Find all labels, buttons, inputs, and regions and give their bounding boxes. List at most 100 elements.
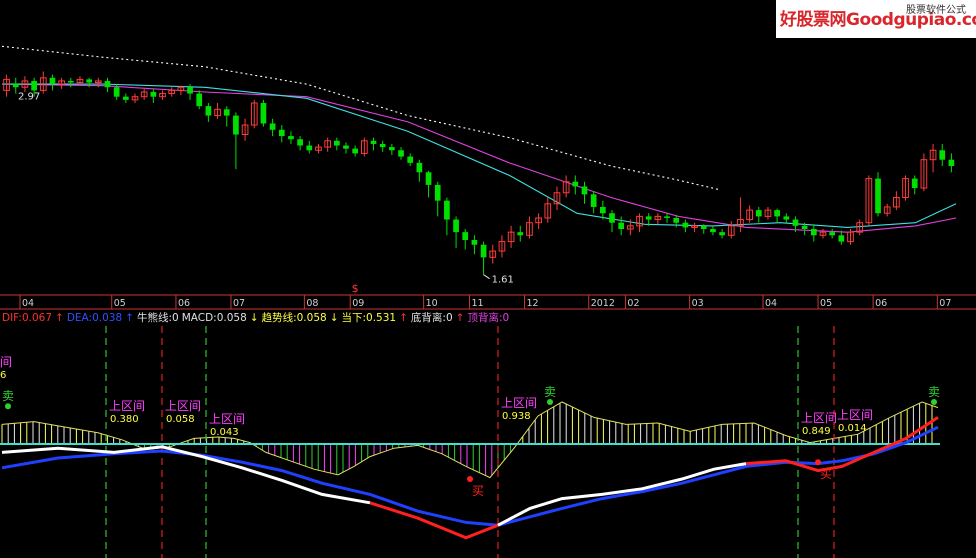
candle-body-down [453, 219, 459, 233]
macd-legend-item: 牛熊线:0 [137, 311, 179, 324]
zone-label-title: 上区间 [165, 399, 201, 413]
candle-body-down [122, 96, 129, 100]
candle-body-down [150, 91, 157, 97]
macd-legend-item: 趋势线:0.058 [262, 311, 327, 324]
zone-label-title-edge: 间 [0, 355, 12, 369]
macd-legend-item: 底背离:0 [411, 311, 453, 324]
candle-body-down [297, 139, 303, 146]
macd-legend-item: ↑ [456, 312, 465, 324]
price-low-leader [483, 274, 490, 280]
time-tick-label: 12 [527, 298, 539, 309]
candle-body-down [700, 225, 707, 229]
candle-body-down [31, 80, 37, 91]
sell-signal-label: 卖 [544, 385, 556, 399]
candle-body-down [398, 150, 404, 157]
moving-average-ma_mid [1, 83, 957, 233]
candle-body-down [471, 240, 478, 245]
candle-body-down [343, 145, 349, 149]
candle-body-down [434, 184, 441, 201]
zone-label-title: 上区间 [109, 399, 145, 413]
zone-label-value: 0.058 [166, 414, 195, 425]
candle-body-down [599, 206, 606, 214]
candle-body-down [682, 222, 689, 228]
time-tick-label: 09 [352, 298, 364, 309]
candle-body-down [444, 200, 450, 220]
candle-body-down [939, 150, 946, 160]
candle-body-down [86, 79, 92, 83]
buy-signal-label: 买 [472, 484, 484, 498]
macd-legend-item: DIF:0.067 [2, 312, 52, 324]
candle-body-down [407, 156, 414, 163]
time-tick-label: 07 [939, 298, 951, 309]
candle-body-down [416, 162, 423, 173]
zone-label-value: 0.014 [838, 423, 867, 434]
candle-body-down [12, 84, 19, 88]
candle-body-down [113, 87, 120, 97]
macd-legend-item: ↑ [125, 312, 134, 324]
candle-body-down [49, 77, 56, 85]
candle-body-down [590, 194, 597, 207]
sell-signal-dot [547, 399, 553, 405]
candle-body-down [710, 229, 716, 233]
candle-body-down [618, 222, 625, 229]
candle-body-down [783, 216, 790, 220]
time-tick-label: 05 [114, 298, 126, 309]
candle-body-down [233, 115, 239, 135]
candle-body-down [205, 106, 212, 116]
time-tick-label: 04 [22, 298, 34, 309]
candle-body-down [572, 181, 579, 187]
stock-chart-canvas: 2.97 1.61 $04 05 06 07 08 09 10 11 12 2012 02 03 04 05 0… [0, 45, 976, 558]
sell-signal-label: 卖 [2, 389, 14, 403]
time-tick-label: 06 [178, 298, 190, 309]
zone-label-title: 上区间 [501, 396, 537, 410]
sell-signal-label: 卖 [928, 385, 940, 399]
candle-body-down [223, 109, 230, 116]
candle-body-down [370, 140, 377, 144]
buy-signal-label: 买 [820, 467, 832, 481]
time-tick-label: 10 [426, 298, 438, 309]
candle-body-down [333, 140, 340, 146]
candle-body-down [645, 216, 652, 220]
time-tick-label: 2012 [591, 298, 615, 309]
candle-body-down [306, 145, 313, 151]
candle-body-down [581, 186, 588, 195]
candle-body-down [838, 235, 845, 242]
candle-body-down [104, 80, 111, 88]
candle-body-down [269, 123, 276, 130]
zone-label-value: 0.849 [802, 426, 831, 437]
buy-signal-dot [467, 476, 473, 482]
candle-body-down [911, 178, 918, 189]
time-tick-label: 07 [233, 298, 245, 309]
special-marker: $ [352, 282, 359, 295]
sell-signal-dot [931, 399, 937, 405]
time-tick-label: 02 [627, 298, 639, 309]
macd-legend-item: DEA:0.038 [67, 312, 122, 324]
candle-body-down [352, 148, 359, 154]
candle-body-down [875, 178, 881, 214]
zone-label-title: 上区间 [209, 412, 245, 426]
macd-legend-item: MACD:0.058 [182, 312, 247, 324]
candle-body-down [462, 232, 469, 241]
zone-label-title: 上区间 [837, 408, 873, 422]
macd-legend-item: 当下:0.531 [342, 311, 397, 324]
dif-line-rising [369, 501, 499, 540]
candle-body-down [425, 172, 432, 185]
time-tick-label: 08 [306, 298, 318, 309]
dif-line-falling [1, 445, 371, 505]
moving-average-ma_short [2, 83, 957, 228]
candle-body-down [260, 103, 267, 124]
zone-label-value-edge: 6 [0, 370, 6, 381]
time-tick-label: 03 [692, 298, 704, 309]
macd-legend-item: ↑ [55, 312, 64, 324]
price-low-label: 1.61 [492, 275, 514, 286]
time-tick-label: 11 [471, 298, 483, 309]
macd-legend-item: ↓ [250, 312, 259, 324]
buy-signal-dot [815, 459, 821, 466]
candle-body-down [389, 147, 395, 151]
time-tick-label: 04 [765, 298, 777, 309]
candle-body-down [673, 217, 680, 223]
candle-body-down [517, 232, 524, 236]
candle-body-down [774, 210, 780, 217]
macd-legend-item: ↑ [399, 312, 408, 324]
candle-body-down [187, 87, 193, 94]
